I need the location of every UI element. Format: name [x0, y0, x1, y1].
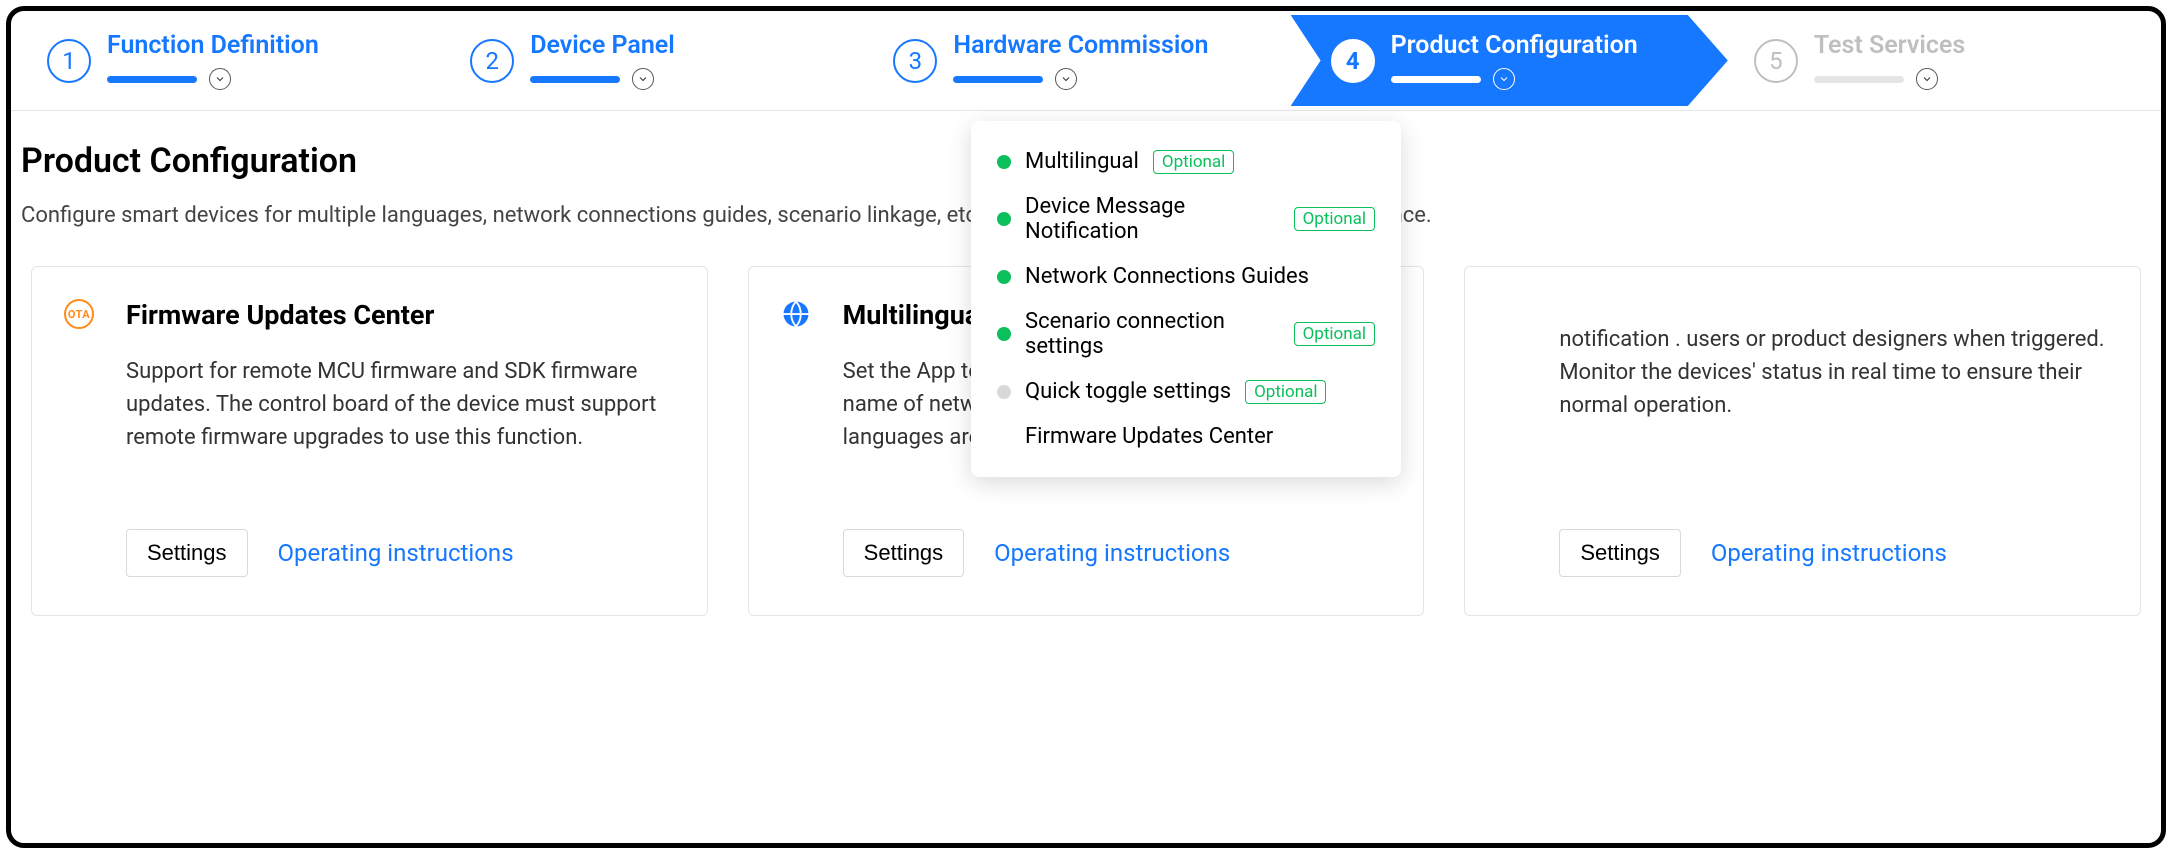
optional-badge: Optional — [1294, 322, 1375, 346]
dropdown-item-device-message-notification[interactable]: Device Message Notification Optional — [971, 184, 1401, 254]
dropdown-item-scenario-connection-settings[interactable]: Scenario connection settings Optional — [971, 299, 1401, 369]
operating-instructions-link[interactable]: Operating instructions — [278, 539, 514, 567]
step-progress-bar — [1814, 76, 1904, 83]
step-test-services[interactable]: 5 Test Services — [1728, 11, 2151, 110]
chevron-down-icon[interactable] — [1916, 68, 1938, 90]
dropdown-item-firmware-updates-center[interactable]: Firmware Updates Center — [971, 414, 1401, 459]
card-description: notification . users or product designer… — [1559, 323, 2108, 499]
optional-badge: Optional — [1294, 207, 1375, 231]
step-number: 4 — [1331, 39, 1375, 83]
step-progress-bar — [953, 76, 1043, 83]
step-device-panel[interactable]: 2 Device Panel — [444, 11, 867, 110]
step-number: 3 — [893, 39, 937, 83]
chevron-down-icon[interactable] — [1055, 68, 1077, 90]
dropdown-item-label: Device Message Notification — [1025, 194, 1280, 244]
step-progress-bar — [1391, 76, 1481, 83]
dropdown-item-multilingual[interactable]: Multilingual Optional — [971, 139, 1401, 184]
dropdown-item-label: Quick toggle settings — [1025, 379, 1231, 404]
optional-badge: Optional — [1245, 380, 1326, 404]
step-label: Device Panel — [530, 31, 675, 60]
card-title: Firmware Updates Center — [126, 299, 675, 331]
operating-instructions-link[interactable]: Operating instructions — [994, 539, 1230, 567]
status-dot-icon — [997, 327, 1011, 341]
step-label: Test Services — [1814, 31, 1965, 60]
globe-icon — [781, 299, 811, 329]
step-number: 1 — [47, 39, 91, 83]
chevron-down-icon[interactable] — [1493, 68, 1515, 90]
step-dropdown: Multilingual Optional Device Message Not… — [971, 121, 1401, 477]
status-dot-icon — [997, 270, 1011, 284]
dropdown-item-network-connections-guides[interactable]: Network Connections Guides — [971, 254, 1401, 299]
dropdown-item-quick-toggle-settings[interactable]: Quick toggle settings Optional — [971, 369, 1401, 414]
status-dot-icon — [997, 430, 1011, 444]
card-firmware-updates-center: OTA Firmware Updates Center Support for … — [31, 266, 708, 616]
ota-icon: OTA — [64, 299, 94, 329]
status-dot-icon — [997, 385, 1011, 399]
step-function-definition[interactable]: 1 Function Definition — [21, 11, 444, 110]
step-number: 2 — [470, 39, 514, 83]
settings-button[interactable]: Settings — [126, 529, 248, 577]
card-description: Support for remote MCU firmware and SDK … — [126, 355, 675, 499]
chevron-down-icon[interactable] — [209, 68, 231, 90]
step-progress-bar — [107, 76, 197, 83]
dropdown-item-label: Network Connections Guides — [1025, 264, 1309, 289]
step-hardware-commission[interactable]: 3 Hardware Commission — [867, 11, 1290, 110]
status-dot-icon — [997, 212, 1011, 226]
settings-button[interactable]: Settings — [843, 529, 965, 577]
wizard-stepper: 1 Function Definition 2 Device Panel — [11, 11, 2161, 111]
chevron-down-icon[interactable] — [632, 68, 654, 90]
step-label: Function Definition — [107, 31, 319, 60]
settings-button[interactable]: Settings — [1559, 529, 1681, 577]
dropdown-item-label: Firmware Updates Center — [1025, 424, 1273, 449]
step-number: 5 — [1754, 39, 1798, 83]
step-product-configuration[interactable]: 4 Product Configuration — [1291, 15, 1728, 106]
step-label: Product Configuration — [1391, 31, 1638, 60]
card-device-notification: notification . users or product designer… — [1464, 266, 2141, 616]
step-label: Hardware Commission — [953, 31, 1208, 60]
step-progress-bar — [530, 76, 620, 83]
operating-instructions-link[interactable]: Operating instructions — [1711, 539, 1947, 567]
optional-badge: Optional — [1153, 150, 1234, 174]
dropdown-item-label: Multilingual — [1025, 149, 1139, 174]
dropdown-item-label: Scenario connection settings — [1025, 309, 1280, 359]
status-dot-icon — [997, 155, 1011, 169]
